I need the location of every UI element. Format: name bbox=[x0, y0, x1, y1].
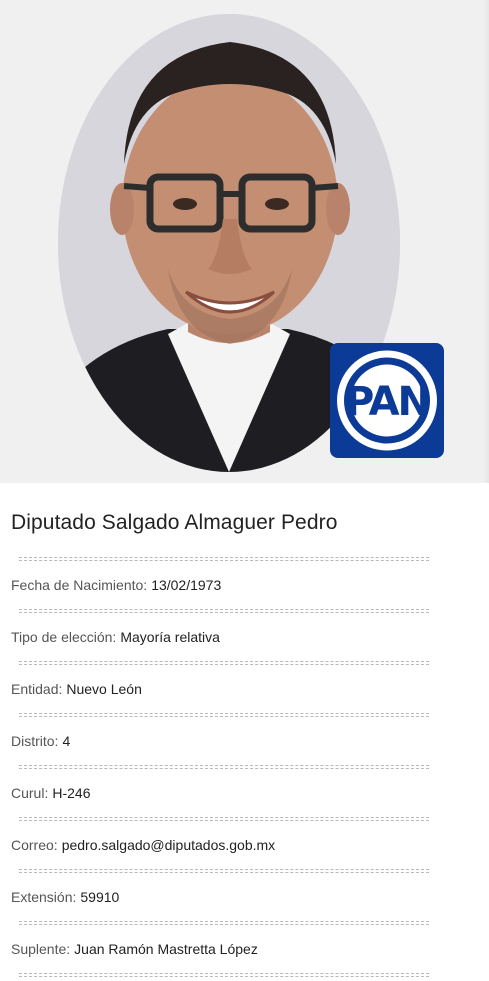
email-value[interactable]: pedro.salgado@diputados.gob.mx bbox=[62, 837, 275, 853]
field-value: H-246 bbox=[52, 785, 91, 801]
field-value: Juan Ramón Mastretta López bbox=[74, 941, 258, 957]
field-election-type: Tipo de elección: Mayoría relativa bbox=[11, 613, 489, 661]
header-edge bbox=[483, 0, 489, 483]
deputy-name: Diputado Salgado Almaguer Pedro bbox=[11, 511, 338, 534]
profile-header: PAN bbox=[0, 0, 489, 483]
field-label: Correo: bbox=[11, 837, 58, 853]
field-birth-date: Fecha de Nacimiento: 13/02/1973 bbox=[11, 561, 489, 609]
field-value: 59910 bbox=[80, 889, 120, 905]
field-seat: Curul: H-246 bbox=[11, 769, 489, 817]
field-value: Mayoría relativa bbox=[120, 629, 220, 645]
field-label: Tipo de elección: bbox=[11, 629, 117, 645]
field-label: Distrito: bbox=[11, 733, 59, 749]
svg-text:PAN: PAN bbox=[345, 379, 429, 425]
divider bbox=[19, 973, 429, 977]
field-label: Suplente: bbox=[11, 941, 71, 957]
field-district: Distrito: 4 bbox=[11, 717, 489, 765]
field-state: Entidad: Nuevo León bbox=[11, 665, 489, 713]
field-email: Correo: pedro.salgado@diputados.gob.mx bbox=[11, 821, 489, 869]
field-label: Entidad: bbox=[11, 681, 63, 697]
field-value: 13/02/1973 bbox=[151, 577, 222, 593]
field-label: Curul: bbox=[11, 785, 49, 801]
field-value: Nuevo León bbox=[66, 681, 142, 697]
profile-details: Diputado Salgado Almaguer Pedro Fecha de… bbox=[0, 483, 489, 977]
field-label: Fecha de Nacimiento: bbox=[11, 577, 148, 593]
field-extension: Extensión: 59910 bbox=[11, 873, 489, 921]
field-label: Extensión: bbox=[11, 889, 77, 905]
field-value: 4 bbox=[62, 733, 71, 749]
pan-party-logo: PAN bbox=[330, 343, 444, 458]
field-substitute: Suplente: Juan Ramón Mastretta López bbox=[11, 925, 489, 973]
